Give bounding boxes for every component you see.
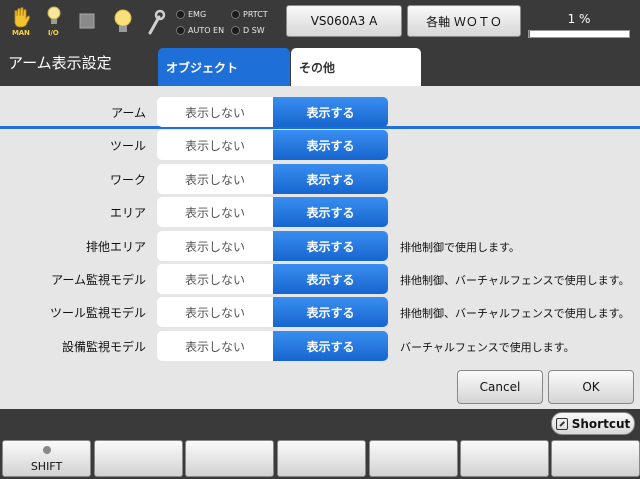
- dsw-led-icon: [231, 26, 240, 35]
- function-key-2[interactable]: [185, 440, 274, 477]
- hide-option[interactable]: 表示しない: [157, 97, 273, 127]
- show-option[interactable]: 表示する: [273, 197, 388, 227]
- row-label: 設備監視モデル: [61, 340, 146, 354]
- page-title: アーム表示設定: [8, 54, 112, 72]
- setting-row-equipment-monitor-model: 設備監視モデル 表示しない 表示する バーチャルフェンスで使用します。: [0, 331, 640, 361]
- display-toggle: 表示しない 表示する: [157, 331, 388, 361]
- show-option[interactable]: 表示する: [273, 264, 388, 294]
- page-header: アーム表示設定 オブジェクト その他: [0, 42, 640, 129]
- hide-option[interactable]: 表示しない: [157, 164, 273, 194]
- auto-en-indicator: AUTO EN: [176, 26, 224, 35]
- show-option[interactable]: 表示する: [273, 97, 388, 127]
- function-key-5[interactable]: [460, 440, 549, 477]
- row-note: バーチャルフェンスで使用します。: [400, 341, 575, 354]
- function-key-3[interactable]: [277, 440, 366, 477]
- tab-objects[interactable]: オブジェクト: [158, 48, 290, 86]
- setting-row-area: エリア 表示しない 表示する: [0, 197, 640, 227]
- setting-row-tool-monitor-model: ツール監視モデル 表示しない 表示する 排他制御、バーチャルフェンスで使用します…: [0, 297, 640, 327]
- setting-row-arm: アーム 表示しない 表示する: [0, 97, 640, 127]
- row-label: ワーク: [109, 173, 146, 187]
- display-toggle: 表示しない 表示する: [157, 197, 388, 227]
- ok-button[interactable]: OK: [548, 370, 634, 404]
- prtct-indicator: PRTCT: [231, 10, 268, 19]
- hide-option[interactable]: 表示しない: [157, 331, 273, 361]
- stop-icon[interactable]: [79, 13, 95, 33]
- shift-key[interactable]: SHIFT: [2, 440, 91, 477]
- row-label: ツール: [109, 139, 146, 153]
- prtct-led-icon: [231, 10, 240, 19]
- hide-option[interactable]: 表示しない: [157, 264, 273, 294]
- display-toggle: 表示しない 表示する: [157, 130, 388, 160]
- tab-other[interactable]: その他: [291, 48, 421, 86]
- hide-option[interactable]: 表示しない: [157, 130, 273, 160]
- display-toggle: 表示しない 表示する: [157, 97, 388, 127]
- hide-option[interactable]: 表示しない: [157, 231, 273, 261]
- shortcut-icon: [555, 417, 568, 430]
- row-label: ツール監視モデル: [49, 306, 146, 320]
- show-option[interactable]: 表示する: [273, 297, 388, 327]
- display-toggle: 表示しない 表示する: [157, 264, 388, 294]
- light-bulb-icon[interactable]: [113, 9, 133, 39]
- function-key-6[interactable]: [551, 440, 640, 477]
- io-label: I/O: [48, 29, 59, 37]
- row-label: アーム監視モデル: [51, 273, 146, 287]
- axis-mode-button[interactable]: 各軸 ＷＯＴＯ: [407, 5, 521, 37]
- auto-en-led-icon: [176, 26, 185, 35]
- row-label: エリア: [109, 206, 146, 220]
- row-label: 排他エリア: [85, 240, 146, 254]
- show-option[interactable]: 表示する: [273, 231, 388, 261]
- setting-row-arm-monitor-model: アーム監視モデル 表示しない 表示する 排他制御、バーチャルフェンスで使用します…: [0, 264, 640, 294]
- robot-select-button[interactable]: VS060A3 A: [286, 5, 402, 37]
- row-note: 排他制御、バーチャルフェンスで使用します。: [400, 274, 630, 287]
- hide-option[interactable]: 表示しない: [157, 197, 273, 227]
- speed-value: 1 %: [567, 12, 591, 26]
- row-note: 排他制御で使用します。: [400, 241, 520, 254]
- show-option[interactable]: 表示する: [273, 331, 388, 361]
- speed-bar-fill: [529, 31, 530, 37]
- shift-led-icon: [43, 446, 51, 454]
- row-label: アーム: [111, 106, 146, 120]
- display-toggle: 表示しない 表示する: [157, 164, 388, 194]
- shortcut-label: Shortcut: [571, 416, 631, 431]
- function-key-1[interactable]: [94, 440, 183, 477]
- show-option[interactable]: 表示する: [273, 130, 388, 160]
- wrench-icon[interactable]: [146, 9, 166, 39]
- emg-indicator: EMG: [176, 10, 206, 19]
- emg-led-icon: [176, 10, 185, 19]
- dsw-indicator: D SW: [231, 26, 265, 35]
- display-toggle: 表示しない 表示する: [157, 231, 388, 261]
- row-note: 排他制御、バーチャルフェンスで使用します。: [400, 307, 630, 320]
- speed-bar[interactable]: [528, 30, 630, 38]
- man-label: MAN: [12, 29, 30, 37]
- shortcut-button[interactable]: Shortcut: [551, 412, 635, 435]
- function-key-bar: Shortcut SHIFT: [0, 409, 640, 479]
- setting-row-exclusive-area: 排他エリア 表示しない 表示する 排他制御で使用します。: [0, 231, 640, 261]
- display-toggle: 表示しない 表示する: [157, 297, 388, 327]
- shift-label: SHIFT: [30, 460, 63, 473]
- setting-row-tool: ツール 表示しない 表示する: [0, 130, 640, 160]
- setting-row-work: ワーク 表示しない 表示する: [0, 164, 640, 194]
- cancel-button[interactable]: Cancel: [457, 370, 543, 404]
- status-bar: MAN I/O EMG PRTCT AUTO EN D SW VS060A3 A…: [0, 0, 640, 42]
- function-key-4[interactable]: [369, 440, 458, 477]
- show-option[interactable]: 表示する: [273, 164, 388, 194]
- hide-option[interactable]: 表示しない: [157, 297, 273, 327]
